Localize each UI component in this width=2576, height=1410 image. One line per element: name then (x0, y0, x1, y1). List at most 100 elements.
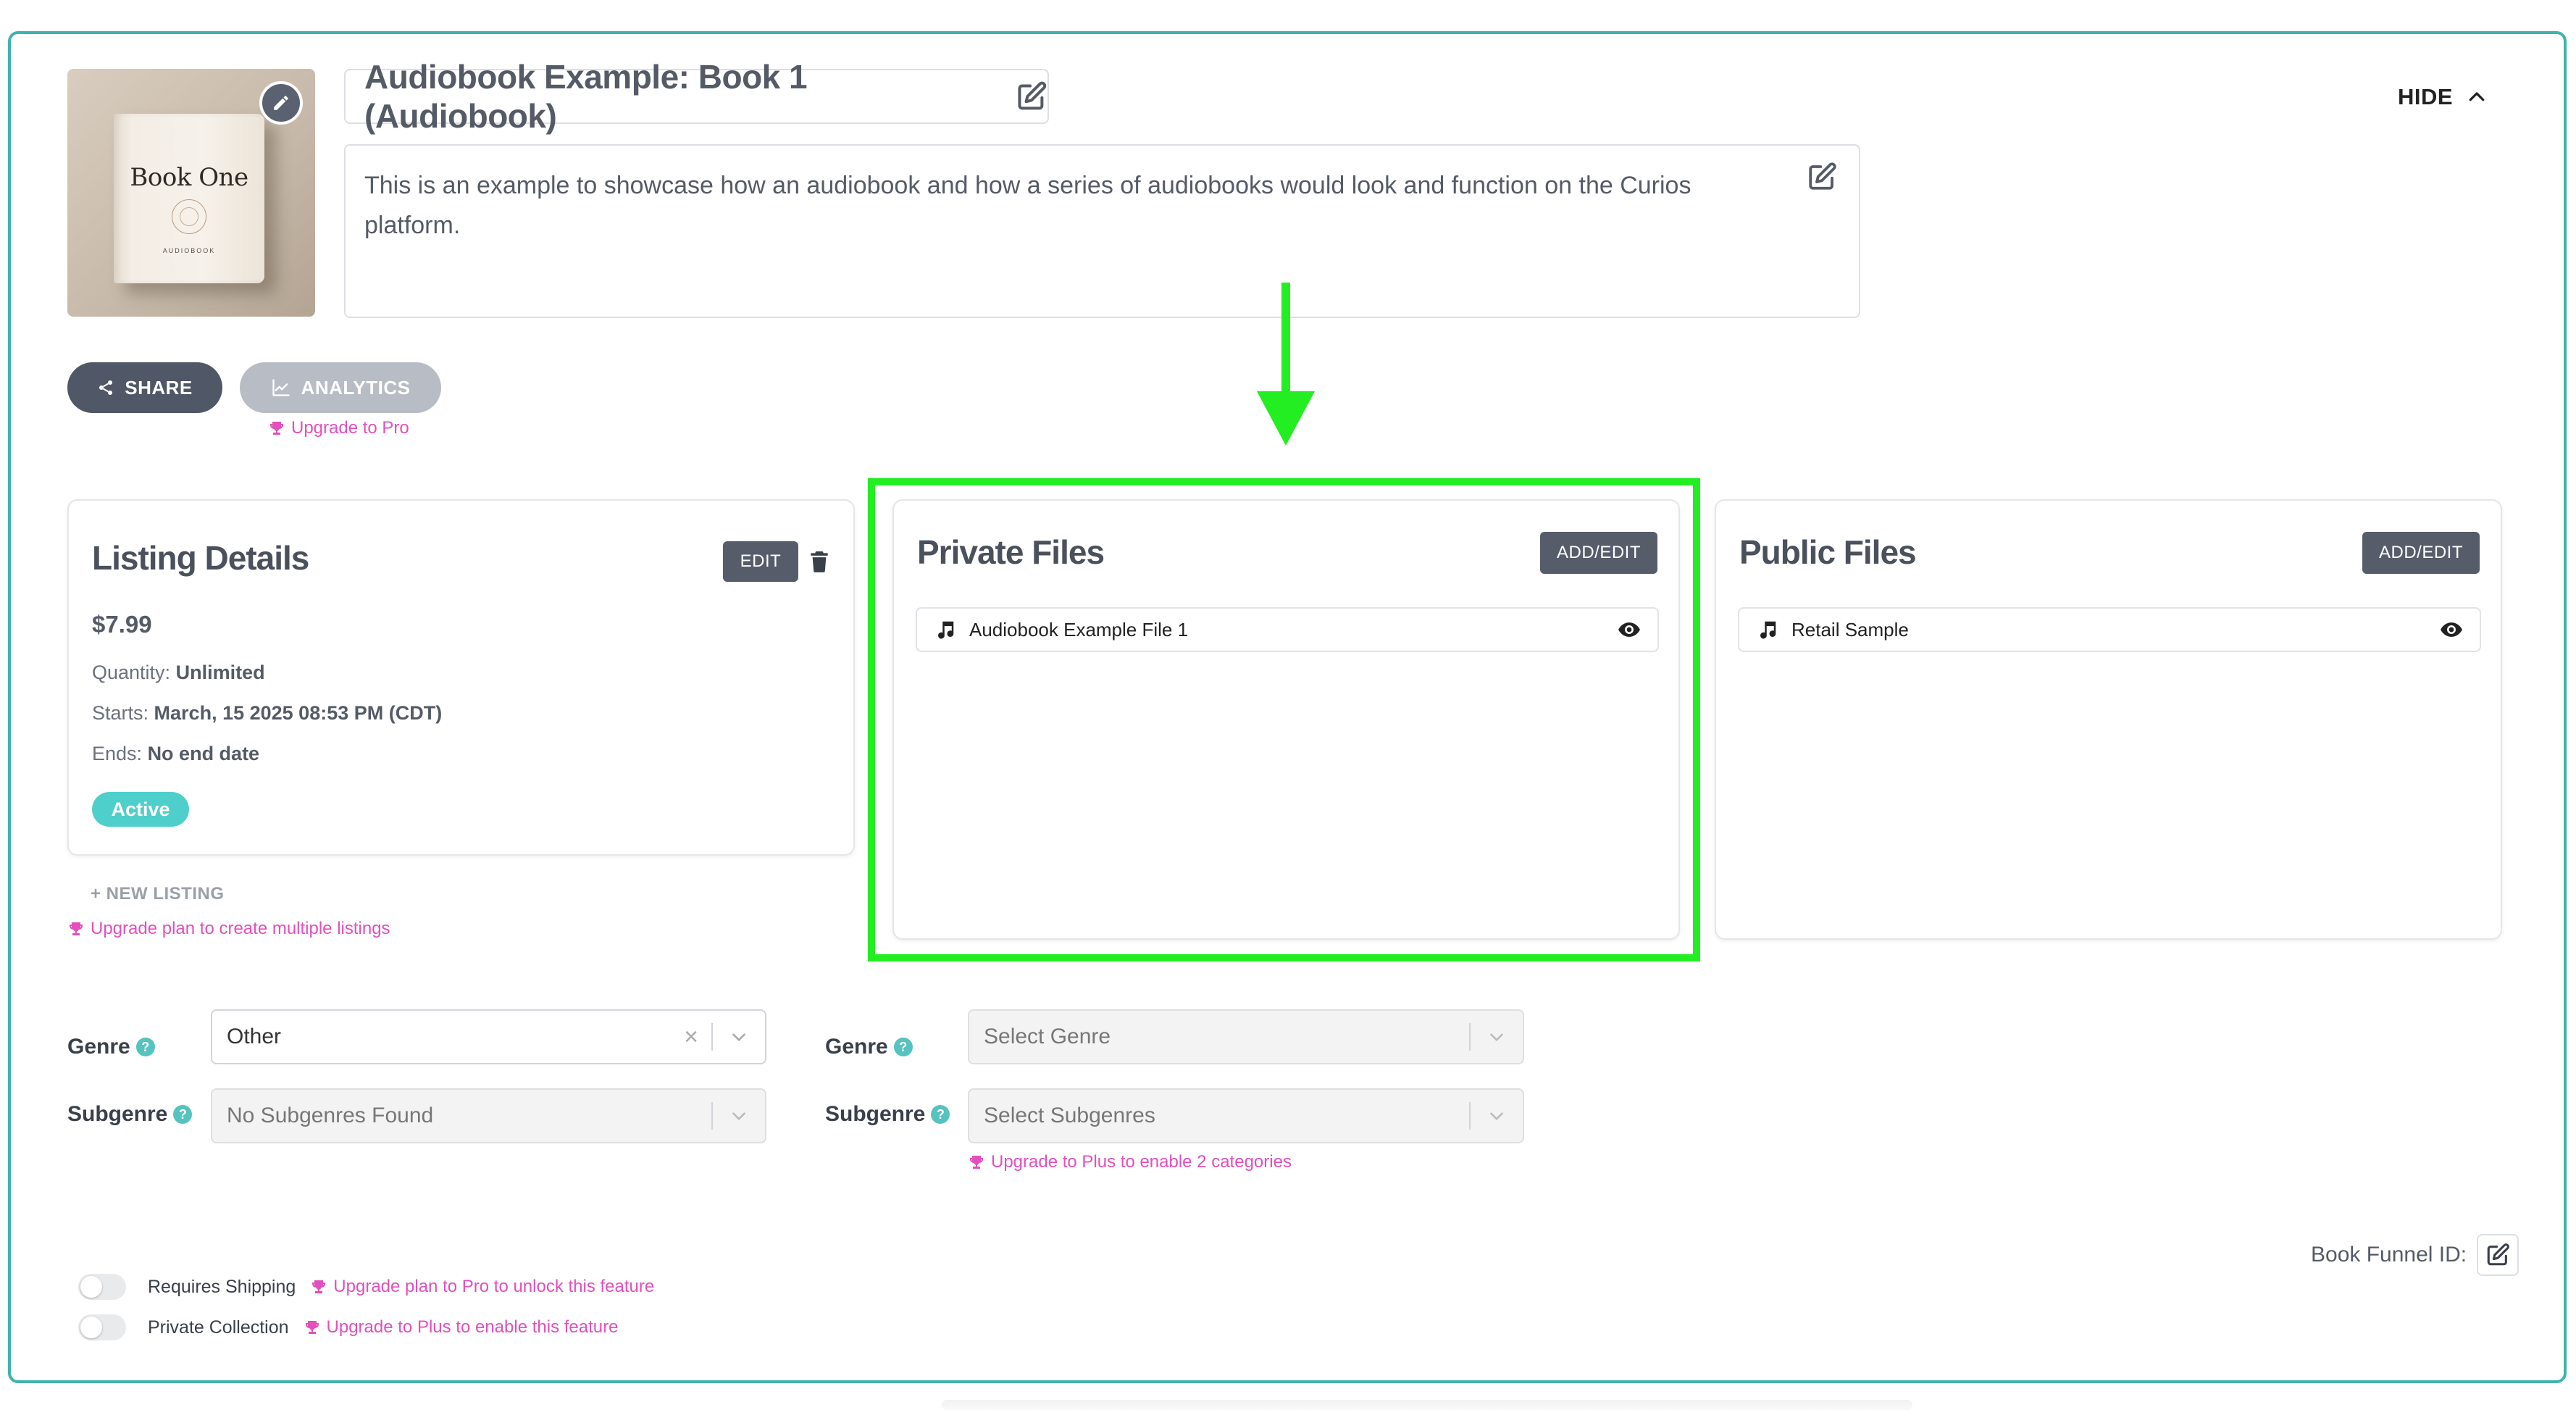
requires-shipping-label: Requires Shipping (148, 1276, 296, 1297)
title-field[interactable]: Audiobook Example: Book 1 (Audiobook) (344, 58, 1049, 135)
analytics-label: ANALYTICS (301, 376, 411, 399)
help-icon[interactable]: ? (931, 1105, 950, 1124)
help-icon[interactable]: ? (893, 1038, 913, 1056)
trophy-icon (70, 922, 83, 935)
upgrade-to-pro-text: Upgrade to Pro (291, 418, 409, 438)
trophy-icon (312, 1280, 326, 1293)
subgenre-label-text: Subgenre (67, 1102, 168, 1126)
edit-square-icon (2487, 1243, 2509, 1266)
hide-button[interactable]: HIDE (2398, 84, 2488, 110)
share-icon (99, 380, 113, 395)
subgenre-select[interactable]: No Subgenres Found (211, 1088, 766, 1143)
public-files-title: Public Files (1739, 533, 1917, 571)
book-description: This is an example to showcase how an au… (364, 172, 1691, 239)
help-icon[interactable]: ? (173, 1105, 193, 1124)
secondary-genre-select[interactable]: Select Genre (968, 1009, 1524, 1064)
cover-emblem (172, 199, 206, 234)
select-controls (1469, 1011, 1523, 1063)
file-name: Retail Sample (1791, 618, 1909, 641)
eye-icon[interactable] (2439, 617, 2464, 642)
music-note-icon (1760, 621, 1776, 639)
new-listing-button[interactable]: + NEW LISTING (91, 884, 225, 904)
starts-value: March, 15 2025 08:53 PM (CDT) (154, 702, 443, 724)
chevron-up-icon (2469, 92, 2485, 101)
subgenre-label: Subgenre ? (67, 1102, 193, 1127)
file-row[interactable]: Retail Sample (1738, 607, 2481, 652)
chevron-down-icon[interactable] (713, 1027, 765, 1046)
upgrade-listings-text: Upgrade plan to create multiple listings (91, 919, 390, 938)
analytics-button[interactable]: ANALYTICS (240, 362, 441, 413)
genre-label-text: Genre (67, 1035, 130, 1059)
edit-funnel-button[interactable] (2477, 1234, 2519, 1276)
starts-label: Starts: (92, 702, 149, 724)
listing-details-title: Listing Details (92, 539, 309, 577)
edit-square-icon[interactable] (1016, 80, 1047, 112)
cover-subtitle: AUDIOBOOK (162, 247, 216, 254)
secondary-subgenre-select[interactable]: Select Subgenres (968, 1088, 1524, 1143)
upgrade-shipping-link[interactable]: Upgrade plan to Pro to unlock this featu… (310, 1277, 654, 1297)
book-funnel-id: Book Funnel ID: (2311, 1234, 2519, 1276)
book-title: Audiobook Example: Book 1 (Audiobook) (364, 58, 808, 135)
cover-title: Book One (130, 163, 248, 192)
chevron-down-icon[interactable] (1471, 1027, 1523, 1046)
secondary-genre-label: Genre ? (825, 1035, 913, 1059)
listing-starts: Starts: March, 15 2025 08:53 PM (CDT) (92, 702, 442, 725)
select-controls (1469, 1090, 1523, 1142)
edit-listing-button[interactable]: EDIT (723, 541, 798, 582)
status-badge: Active (92, 792, 189, 827)
requires-shipping-toggle[interactable] (78, 1274, 126, 1300)
select-controls (711, 1090, 765, 1142)
down-arrow-icon (1257, 283, 1315, 446)
requires-shipping-row: Requires Shipping Upgrade plan to Pro to… (78, 1274, 654, 1300)
public-add-edit-button[interactable]: ADD/EDIT (2362, 532, 2480, 574)
ends-value: No end date (147, 743, 260, 764)
subgenre-value: No Subgenres Found (227, 1104, 434, 1127)
genre-select[interactable]: Other × (211, 1009, 766, 1064)
genre-value: Other (227, 1025, 282, 1048)
chevron-down-icon[interactable] (713, 1106, 765, 1125)
share-button[interactable]: SHARE (67, 362, 222, 413)
upgrade-collection-text: Upgrade to Plus to enable this feature (326, 1317, 619, 1337)
upgrade-listings-link[interactable]: Upgrade plan to create multiple listings (67, 919, 390, 939)
public-files-card: Public Files ADD/EDIT Retail Sample (1715, 499, 2502, 940)
highlight-box (868, 478, 1700, 961)
funnel-label: Book Funnel ID: (2311, 1243, 2467, 1267)
private-collection-toggle[interactable] (78, 1314, 126, 1340)
secondary-genre-label-text: Genre (825, 1035, 888, 1059)
secondary-subgenre-label: Subgenre ? (825, 1102, 950, 1127)
trophy-icon (305, 1321, 319, 1334)
trash-icon[interactable] (809, 550, 829, 573)
upgrade-categories-link[interactable]: Upgrade to Plus to enable 2 categories (968, 1152, 1292, 1172)
private-collection-label: Private Collection (148, 1317, 289, 1338)
genre-label: Genre ? (67, 1035, 155, 1059)
bottom-shadow (942, 1400, 1912, 1410)
upgrade-shipping-text: Upgrade plan to Pro to unlock this featu… (333, 1277, 655, 1296)
listing-ends: Ends: No end date (92, 743, 259, 765)
quantity-value: Unlimited (175, 662, 265, 683)
trophy-icon (270, 422, 283, 435)
edit-square-icon[interactable] (1807, 162, 1837, 192)
listing-details-card: Listing Details EDIT $7.99 Quantity: Unl… (67, 499, 855, 856)
hide-label: HIDE (2398, 84, 2454, 109)
edit-cover-button[interactable] (259, 81, 303, 125)
listing-quantity: Quantity: Unlimited (92, 662, 265, 684)
upgrade-categories-text: Upgrade to Plus to enable 2 categories (991, 1152, 1292, 1172)
pencil-icon (274, 96, 288, 110)
secondary-subgenre-label-text: Subgenre (825, 1102, 926, 1126)
help-icon[interactable]: ? (135, 1038, 155, 1056)
select-controls (711, 1011, 765, 1063)
description-field[interactable]: This is an example to showcase how an au… (344, 144, 1860, 318)
book-illustration: Book One AUDIOBOOK (114, 114, 264, 283)
chevron-down-icon[interactable] (1471, 1106, 1523, 1125)
listing-price: $7.99 (92, 611, 152, 638)
ends-label: Ends: (92, 743, 143, 764)
quantity-label: Quantity: (92, 662, 171, 683)
secondary-genre-placeholder: Select Genre (984, 1025, 1111, 1048)
upgrade-collection-link[interactable]: Upgrade to Plus to enable this feature (304, 1317, 619, 1338)
share-label: SHARE (125, 376, 193, 399)
trophy-icon (970, 1156, 983, 1169)
chart-icon (272, 379, 290, 396)
upgrade-to-pro-link[interactable]: Upgrade to Pro (268, 418, 409, 438)
private-collection-row: Private Collection Upgrade to Plus to en… (78, 1314, 618, 1340)
clear-icon[interactable]: × (684, 1025, 698, 1049)
